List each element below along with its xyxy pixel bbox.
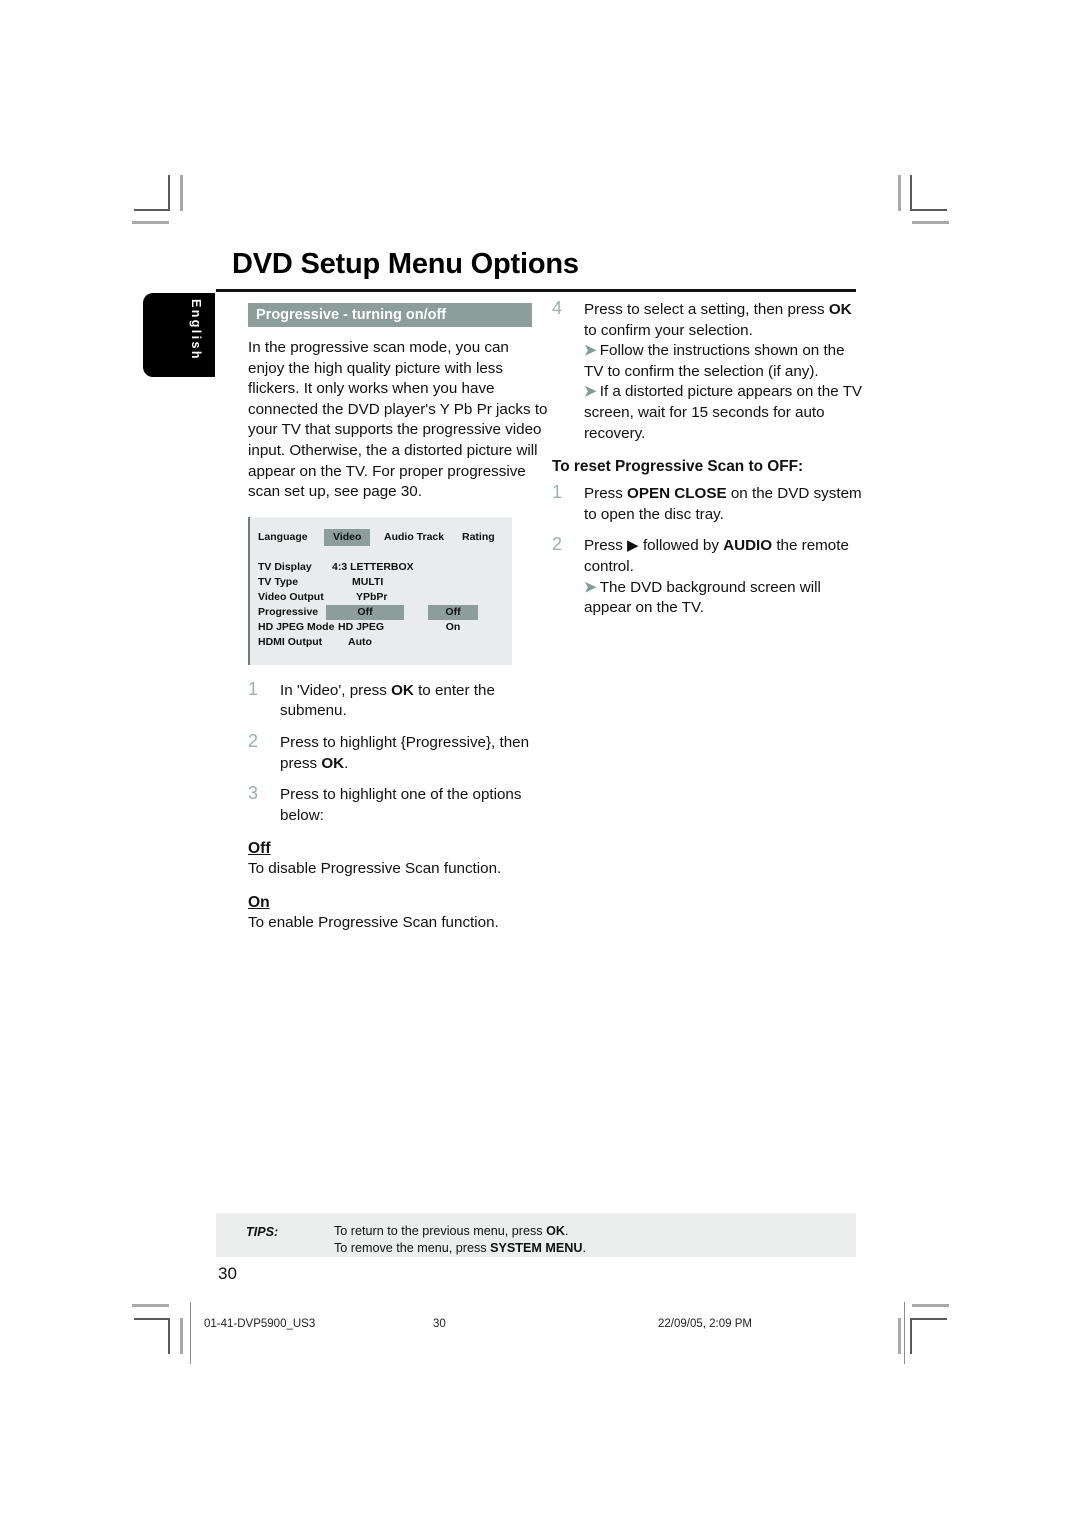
right-step-4-text: Press to select a setting, then press OK… <box>584 301 852 339</box>
left-step-1-number: 1 <box>248 678 259 699</box>
right-step-4-bullet-1: ➤ Follow the instructions shown on the TV… <box>584 342 845 380</box>
dvd-menu-row-value-video-output: YPbPr <box>356 590 388 603</box>
dvd-menu-tab-language: Language <box>258 530 308 543</box>
right-column: 4 Press to select a setting, then press … <box>552 298 863 630</box>
right-step-4-number: 4 <box>552 298 563 318</box>
left-step-1-text: In 'Video', press OK to enter the submen… <box>280 681 495 720</box>
dvd-menu-row-label-tv-type: TV Type <box>258 575 299 588</box>
arrow-right-icon: ➤ <box>584 578 597 596</box>
dvd-menu-tab-audio-track: Audio Track <box>384 530 445 543</box>
crop-mark-top-right-bar-vertical <box>898 175 901 211</box>
option-desc-on: To enable Progressive Scan function. <box>248 913 499 931</box>
left-step-2-text: Press to highlight {Progressive}, then p… <box>280 733 530 772</box>
crop-mark-bottom-left-horizontal <box>134 1318 170 1320</box>
left-step-3-text: Press to highlight one of the options be… <box>280 786 522 824</box>
left-step-3: 3 Press to highlight one of the options … <box>248 783 548 826</box>
dvd-menu-row-label-hd-jpeg-mode: HD JPEG Mode <box>258 620 335 633</box>
left-step-3-number: 3 <box>248 783 259 804</box>
crop-mark-top-right-vertical <box>910 175 912 211</box>
crop-mark-top-right-horizontal <box>911 209 947 211</box>
tips-line-1-bold: OK <box>546 1224 565 1238</box>
dvd-menu-row-label-progressive: Progressive <box>258 605 319 618</box>
right-step-2-number: 2 <box>552 534 563 555</box>
right-step-4: 4 Press to select a setting, then press … <box>552 298 863 444</box>
dvd-menu-tab-row: Language Video Audio Track Rating <box>258 528 506 546</box>
footer-page-number: 30 <box>433 1318 446 1330</box>
right-step-1: 1 Press OPEN CLOSE on the DVD system to … <box>552 482 862 525</box>
crop-mark-top-left-horizontal <box>134 209 170 211</box>
language-tab-label: English <box>189 299 203 361</box>
crop-mark-bottom-left-bar-horizontal <box>132 1304 169 1307</box>
language-tab: English <box>143 293 215 377</box>
right-step-2-text: Press ▶ followed by AUDIO the remote con… <box>584 537 849 575</box>
title-rule <box>216 289 856 292</box>
dvd-menu-row-value-tv-display: 4:3 LETTERBOX <box>332 560 414 573</box>
left-step-2: 2 Press to highlight {Progressive}, then… <box>248 730 548 774</box>
dvd-menu-row-value-hd-jpeg-mode: HD JPEG <box>338 620 385 633</box>
page-number: 30 <box>218 1264 237 1283</box>
tips-box: TIPS: To return to the previous menu, pr… <box>216 1213 856 1257</box>
tips-label: TIPS: <box>246 1225 279 1239</box>
page-title: DVD Setup Menu Options <box>232 248 579 280</box>
left-step-2-bold: OK <box>321 754 345 772</box>
tips-line-2-bold: SYSTEM MENU <box>490 1241 583 1255</box>
dvd-menu-submenu-option-off: Off <box>428 604 478 620</box>
right-step-2-bold: AUDIO <box>723 537 773 555</box>
footer-rule-left <box>190 1302 191 1364</box>
dvd-menu-tab-video: Video <box>324 528 371 546</box>
left-step-1-bold: OK <box>391 681 414 699</box>
dvd-menu-row-label-hdmi-output: HDMI Output <box>258 635 323 648</box>
intro-paragraph: In the progressive scan mode, you can en… <box>248 339 548 501</box>
dvd-setup-menu-illustration: Language Video Audio Track Rating TV Dis… <box>248 516 512 665</box>
dvd-menu-row-value-progressive: Off <box>326 604 404 620</box>
arrow-right-icon: ➤ <box>584 342 597 360</box>
footer-filename: 01-41-DVP5900_US3 <box>204 1318 316 1330</box>
crop-mark-bottom-right-bar-horizontal <box>912 1304 949 1307</box>
arrow-right-icon: ➤ <box>584 383 597 401</box>
dvd-menu-row-label-video-output: Video Output <box>258 590 324 603</box>
right-step-2-bullet-1: ➤ The DVD background screen will appear o… <box>584 578 821 617</box>
section-banner: Progressive - turning on/off <box>248 303 532 327</box>
crop-mark-top-left-bar-horizontal <box>132 221 169 224</box>
left-column: Progressive - turning on/off In the prog… <box>248 303 548 934</box>
footer-timestamp: 22/09/05, 2:09 PM <box>658 1318 752 1330</box>
right-subheading: To reset Progressive Scan to OFF: <box>552 458 804 476</box>
crop-mark-bottom-left-bar-vertical <box>180 1318 183 1354</box>
right-step-4-bullet-2: ➤ If a distorted picture appears on the T… <box>584 383 863 442</box>
right-step-1-number: 1 <box>552 482 563 503</box>
crop-mark-bottom-left-vertical <box>168 1318 170 1354</box>
dvd-menu-row-value-hdmi-output: Auto <box>348 635 372 648</box>
right-step-1-text: Press OPEN CLOSE on the DVD system to op… <box>584 485 862 523</box>
option-heading-on: On <box>248 893 270 911</box>
crop-mark-bottom-right-bar-vertical <box>898 1318 901 1354</box>
crop-mark-top-left-vertical <box>168 175 170 211</box>
dvd-menu-submenu-option-on: On <box>445 620 461 633</box>
left-step-2-number: 2 <box>248 730 259 751</box>
crop-mark-bottom-right-vertical <box>910 1318 912 1354</box>
left-step-1: 1 In 'Video', press OK to enter the subm… <box>248 678 548 722</box>
right-step-2: 2 Press ▶ followed by AUDIO the remote c… <box>552 534 862 618</box>
dvd-menu-tab-rating: Rating <box>462 530 495 543</box>
right-step-1-bold: OPEN CLOSE <box>627 485 727 503</box>
crop-mark-top-left-bar-vertical <box>180 175 183 211</box>
tips-line-1: To return to the previous menu, press OK… <box>334 1224 569 1238</box>
option-desc-off: To disable Progressive Scan function. <box>248 860 502 878</box>
tips-lines: To return to the previous menu, press OK… <box>334 1223 586 1257</box>
footer-rule-right <box>904 1302 905 1364</box>
option-heading-off: Off <box>248 840 271 858</box>
crop-mark-top-right-bar-horizontal <box>912 221 949 224</box>
tips-line-2: To remove the menu, press SYSTEM MENU. <box>334 1241 586 1255</box>
crop-mark-bottom-right-horizontal <box>911 1318 947 1320</box>
dvd-menu-row-value-tv-type: MULTI <box>352 575 384 588</box>
right-step-4-bold: OK <box>828 301 852 318</box>
dvd-menu-row-label-tv-display: TV Display <box>258 560 312 573</box>
